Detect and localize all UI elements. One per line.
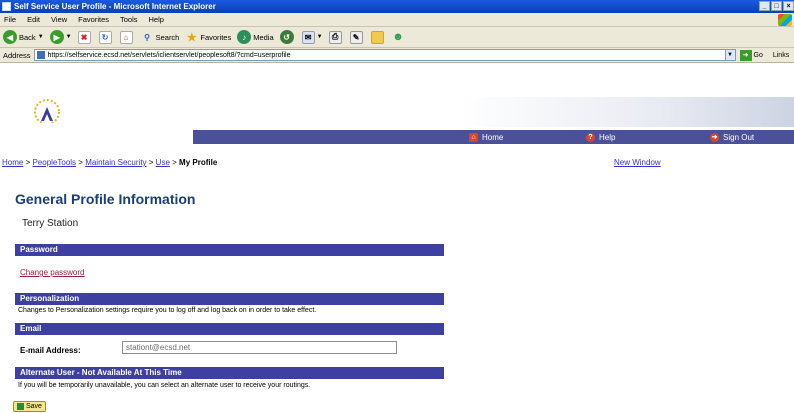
back-label: Back (19, 32, 36, 42)
minimize-button[interactable]: _ (759, 1, 770, 11)
favorites-label: Favorites (200, 32, 232, 42)
nav-home[interactable]: ⌂ Home (469, 130, 503, 144)
nav-signout[interactable]: ➜ Sign Out (710, 130, 754, 144)
go-arrow-icon: ➜ (739, 49, 752, 61)
address-dropdown-icon[interactable]: ▼ (724, 50, 735, 60)
nav-signout-label: Sign Out (723, 132, 755, 142)
media-icon: ♪ (237, 30, 252, 44)
breadcrumb-maintain-security[interactable]: Maintain Security (85, 158, 146, 167)
email-field[interactable] (122, 341, 397, 354)
search-icon: ⚲ (144, 32, 151, 42)
change-password-link[interactable]: Change password (20, 268, 84, 277)
page-icon (36, 51, 45, 59)
menu-view[interactable]: View (51, 15, 67, 24)
save-icon (17, 403, 24, 410)
breadcrumb-current: My Profile (179, 158, 218, 167)
media-button[interactable]: ♪ Media (237, 30, 274, 44)
address-url: https://selfservice.ecsd.net/servlets/ic… (47, 51, 291, 59)
window-title-bar: Self Service User Profile - Microsoft In… (0, 0, 794, 13)
search-label: Search (155, 32, 180, 42)
forward-button[interactable]: ▶ ▼ (49, 30, 72, 44)
page-title: General Profile Information (15, 191, 196, 207)
user-name: Terry Station (22, 218, 79, 229)
refresh-icon: ↻ (98, 30, 112, 44)
stop-button[interactable]: ✖ (77, 30, 93, 44)
breadcrumb-separator: > (76, 158, 86, 167)
dropdown-arrow-icon: ▼ (316, 34, 323, 40)
links-toolbar[interactable]: Links (773, 52, 789, 59)
edit-button[interactable]: ✎ (349, 30, 365, 44)
browser-toolbar: ◀ Back ▼ ▶ ▼ ✖ ↻ ⌂ ⚲ Search ★ Favorites … (0, 27, 794, 48)
address-label: Address (3, 50, 31, 60)
breadcrumb-use[interactable]: Use (156, 158, 170, 167)
save-label: Save (26, 403, 42, 410)
personalization-note: Changes to Personalization settings requ… (18, 307, 317, 314)
alternate-user-note: If you will be temporarily unavailable, … (18, 382, 311, 389)
favorites-button[interactable]: ★ Favorites (185, 31, 231, 44)
nav-help[interactable]: ? Help (586, 130, 615, 144)
home-icon: ⌂ (119, 30, 133, 44)
folder-button[interactable] (370, 30, 386, 44)
breadcrumb-separator: > (146, 158, 156, 167)
menu-file[interactable]: File (4, 15, 16, 24)
peoplesoft-nav-bar: ⌂ Home ? Help ➜ Sign Out (193, 130, 794, 144)
mail-button[interactable]: ✉ ▼ (301, 30, 323, 44)
peoplesoft-logo-icon (34, 99, 60, 123)
messenger-button[interactable]: ☻ (392, 31, 407, 44)
breadcrumb: Home > PeopleTools > Maintain Security >… (2, 158, 217, 167)
home-icon: ⌂ (469, 132, 478, 142)
folder-icon (370, 30, 384, 44)
personalization-section-header: Personalization (15, 293, 444, 305)
menu-help[interactable]: Help (149, 15, 164, 24)
nav-home-label: Home (482, 132, 504, 142)
media-label: Media (253, 32, 274, 42)
dropdown-arrow-icon: ▼ (65, 34, 72, 40)
mail-icon: ✉ (301, 30, 315, 44)
print-icon: ⎙ (328, 30, 342, 44)
breadcrumb-home[interactable]: Home (2, 158, 23, 167)
window-title: Self Service User Profile - Microsoft In… (14, 2, 216, 11)
search-button[interactable]: ⚲ Search (141, 31, 180, 44)
breadcrumb-peopletools[interactable]: PeopleTools (32, 158, 76, 167)
go-button[interactable]: ➜ Go (739, 49, 763, 61)
edit-icon: ✎ (349, 30, 363, 44)
dropdown-arrow-icon: ▼ (37, 34, 44, 40)
history-icon: ↺ (279, 30, 294, 44)
sign-out-icon: ➜ (710, 132, 719, 142)
breadcrumb-separator: > (169, 158, 180, 167)
menu-favorites[interactable]: Favorites (78, 15, 109, 24)
print-button[interactable]: ⎙ (328, 30, 344, 44)
home-button[interactable]: ⌂ (119, 30, 135, 44)
email-label: E-mail Address: (20, 346, 81, 355)
messenger-icon: ☻ (392, 31, 404, 43)
ie-icon (2, 2, 11, 11)
help-icon: ? (586, 132, 595, 142)
star-icon: ★ (186, 31, 197, 44)
go-label: Go (753, 51, 763, 59)
menu-edit[interactable]: Edit (27, 15, 40, 24)
menu-tools[interactable]: Tools (120, 15, 138, 24)
forward-arrow-icon: ▶ (49, 30, 64, 44)
address-bar: Address https://selfservice.ecsd.net/ser… (0, 48, 794, 63)
maximize-button[interactable]: □ (771, 1, 782, 11)
back-arrow-icon: ◀ (3, 30, 17, 44)
address-input[interactable]: https://selfservice.ecsd.net/servlets/ic… (33, 49, 736, 61)
stop-icon: ✖ (77, 30, 91, 44)
save-button[interactable]: Save (13, 401, 46, 412)
close-button[interactable]: × (783, 1, 794, 11)
back-button[interactable]: ◀ Back ▼ (3, 30, 44, 44)
refresh-button[interactable]: ↻ (98, 30, 114, 44)
menu-bar: File Edit View Favorites Tools Help (0, 13, 794, 27)
windows-logo-icon (778, 14, 792, 26)
new-window-link[interactable]: New Window (614, 158, 661, 167)
history-button[interactable]: ↺ (279, 30, 296, 44)
alternate-user-section-header: Alternate User - Not Available At This T… (15, 367, 444, 379)
window-controls: _ □ × (758, 1, 794, 11)
nav-help-label: Help (599, 132, 616, 142)
password-section-header: Password (15, 244, 444, 256)
banner-graphic (460, 97, 794, 127)
email-section-header: Email (15, 323, 444, 335)
